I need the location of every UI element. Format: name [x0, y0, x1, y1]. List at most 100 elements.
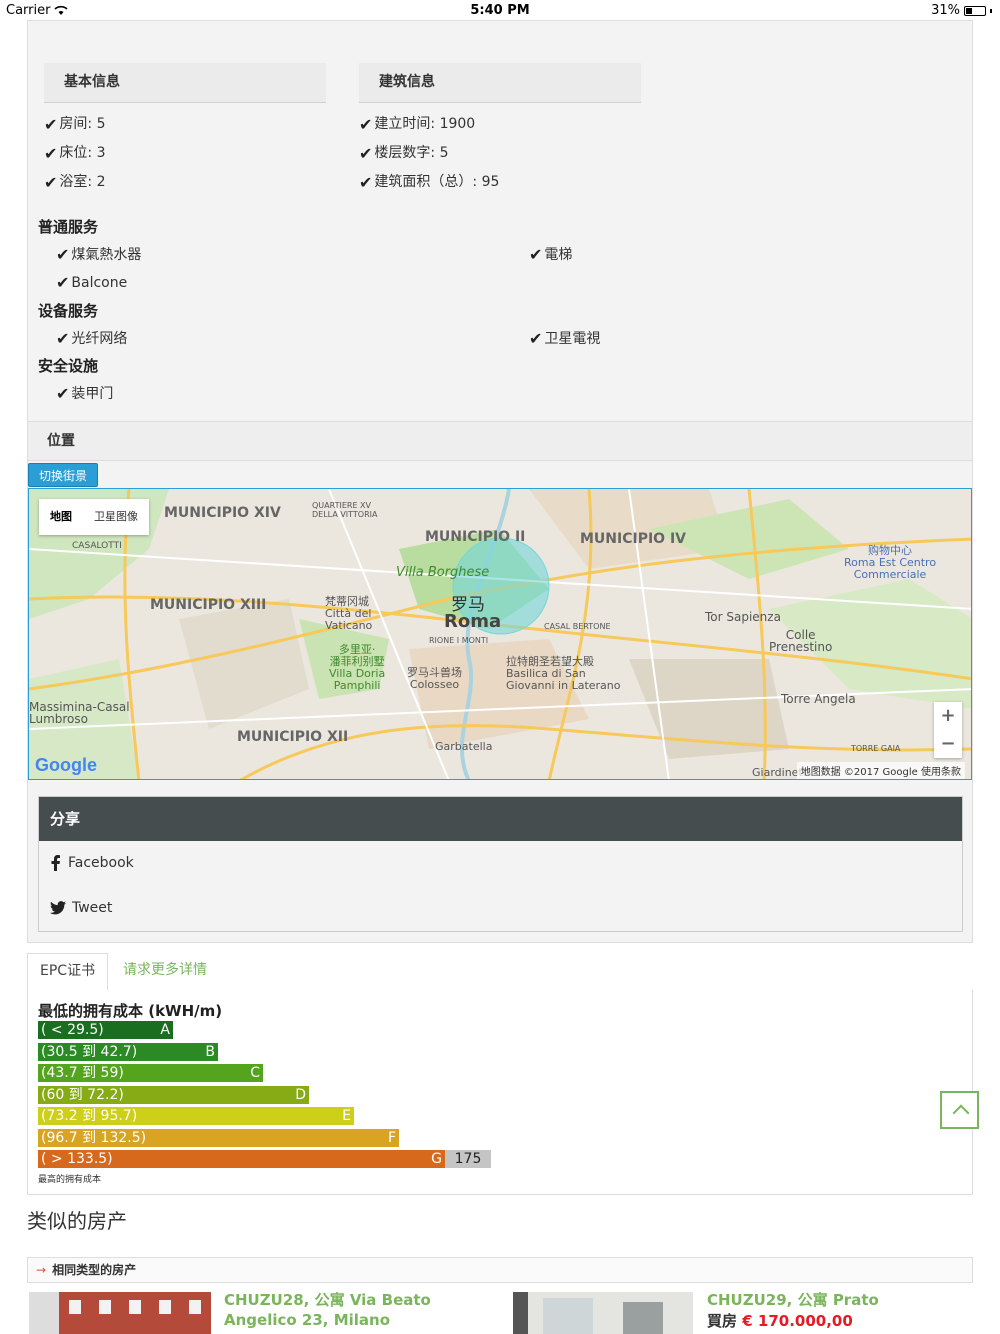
- epc-band-c: (43.7 到 59) C: [38, 1064, 263, 1082]
- map-label: Massimina-Casal Lumbroso: [29, 700, 130, 726]
- map-label: Garbatella: [435, 740, 493, 753]
- service-item: ✔ 光纤网络: [56, 328, 128, 348]
- map-label: 罗马斗兽场 Colosseo: [407, 666, 462, 691]
- epc-band-f: (96.7 到 132.5) F: [38, 1129, 399, 1147]
- tweet-share-link[interactable]: Tweet: [50, 900, 112, 916]
- map-label: QUARTIERE XV DELLA VITTORIA: [312, 501, 378, 519]
- service-item: ✔ 卫星電視: [529, 328, 601, 348]
- map-label: RIONE I MONTI: [429, 636, 489, 645]
- epc-footer: 最高的拥有成本: [38, 1175, 102, 1185]
- basic-info-section: 基本信息 ✔ 房间: 5 ✔ 床位: 3 ✔ 浴室: 2: [44, 63, 326, 197]
- info-item: ✔ 楼层数字: 5: [359, 139, 641, 168]
- map-type-map[interactable]: 地图: [39, 499, 83, 535]
- info-item: ✔ 建筑面积（总）: 95: [359, 168, 641, 197]
- epc-band-a: ( < 29.5) A: [38, 1021, 173, 1039]
- share-box: 分享 Facebook Tweet: [38, 796, 963, 932]
- general-services-title: 普通服务: [38, 218, 99, 236]
- building-info-heading: 建筑信息: [359, 63, 641, 103]
- google-logo: Google: [35, 755, 97, 775]
- arrow-right-icon: →: [36, 1263, 47, 1277]
- check-icon: ✔: [529, 328, 543, 348]
- status-bar: Carrier 5:40 PM 31%: [0, 0, 1000, 20]
- map-label: MUNICIPIO XII: [237, 729, 349, 745]
- map-label: TORRE GAIA: [851, 744, 901, 753]
- map-label: Villa Borghese: [396, 565, 490, 580]
- epc-band-d: (60 到 72.2) D: [38, 1086, 309, 1104]
- map-label: MUNICIPIO IV: [580, 531, 686, 547]
- tab-epc[interactable]: EPC证书: [27, 953, 109, 991]
- check-icon: ✔: [529, 244, 543, 264]
- service-item: ✔ 煤氣熱水器: [56, 244, 142, 264]
- epc-panel: 最低的拥有成本 (kWH/m) ( < 29.5) A (30.5 到 42.7)…: [27, 990, 973, 1195]
- check-icon: ✔: [44, 173, 58, 192]
- property-title-link[interactable]: CHUZU29, 公寓 Prato: [707, 1290, 967, 1310]
- map-label: Torre Angela: [781, 692, 856, 706]
- similar-type-bar[interactable]: → 相同类型的房产: [27, 1257, 973, 1283]
- security-title: 安全设施: [38, 357, 99, 375]
- zoom-control: + −: [934, 702, 962, 758]
- map-footer: 地图数据 ©2017 Google 使用条款: [796, 762, 965, 779]
- info-item: ✔ 床位: 3: [44, 139, 326, 168]
- map-label: CASAL BERTONE: [544, 622, 611, 631]
- check-icon: ✔: [56, 383, 70, 403]
- check-icon: ✔: [359, 115, 373, 134]
- check-icon: ✔: [56, 273, 70, 292]
- info-item: ✔ 房间: 5: [44, 110, 326, 139]
- map-label: 拉特朗圣若望大殿 Basilica di San Giovanni in Lat…: [506, 655, 621, 692]
- service-item: ✔ 装甲门: [56, 383, 114, 403]
- service-item: ✔ 電梯: [529, 244, 573, 264]
- map-label: MUNICIPIO XIII: [150, 597, 267, 613]
- detail-tabs: EPC证书 请求更多详情: [27, 953, 973, 991]
- share-heading: 分享: [39, 797, 962, 841]
- facebook-share-link[interactable]: Facebook: [50, 855, 134, 871]
- epc-current-value: 175: [445, 1150, 491, 1168]
- location-heading: 位置: [28, 421, 972, 461]
- basic-info-heading: 基本信息: [44, 63, 326, 103]
- zoom-in-button[interactable]: +: [934, 702, 962, 730]
- equipment-services-title: 设备服务: [38, 302, 99, 320]
- map-type-satellite[interactable]: 卫星图像: [83, 499, 149, 535]
- status-right: 31%: [931, 3, 992, 18]
- property-price: 買房 € 170.000,00: [707, 1312, 853, 1330]
- twitter-icon: [50, 901, 66, 915]
- check-icon: ✔: [56, 244, 70, 264]
- map-label: 梵蒂冈城 Città del Vaticano: [325, 595, 373, 632]
- status-time: 5:40 PM: [470, 3, 530, 18]
- facebook-icon: [51, 855, 60, 871]
- check-icon: ✔: [44, 115, 58, 134]
- epc-title: 最低的拥有成本 (kWH/m): [38, 1002, 223, 1020]
- battery-label: 31%: [931, 3, 960, 18]
- details-panel: 基本信息 ✔ 房间: 5 ✔ 床位: 3 ✔ 浴室: 2 建筑信息 ✔ 建立时间: 19…: [27, 20, 973, 943]
- service-item: ✔ Balcone: [56, 273, 128, 292]
- map-label: 多里亚· 潘菲利别墅 Villa Doria Pamphili: [329, 643, 386, 692]
- street-view-button[interactable]: 切换街景: [28, 463, 99, 487]
- map-label: Colle Prenestino: [769, 628, 833, 654]
- info-item: ✔ 建立时间: 1900: [359, 110, 641, 139]
- check-icon: ✔: [359, 173, 373, 192]
- info-item: ✔ 浴室: 2: [44, 168, 326, 197]
- check-icon: ✔: [44, 144, 58, 163]
- map-label: Tor Sapienza: [705, 610, 781, 624]
- map-label: MUNICIPIO XIV: [164, 505, 281, 521]
- map-label: MUNICIPIO II: [425, 529, 526, 545]
- scroll-to-top-button[interactable]: [940, 1091, 979, 1129]
- property-thumbnail[interactable]: [29, 1292, 211, 1334]
- building-photo: [29, 1292, 211, 1334]
- zoom-out-button[interactable]: −: [934, 730, 962, 758]
- epc-band-b: (30.5 到 42.7) B: [38, 1043, 218, 1061]
- check-icon: ✔: [359, 144, 373, 163]
- epc-band-g: ( > 133.5) G: [38, 1150, 445, 1168]
- check-icon: ✔: [56, 328, 70, 348]
- property-thumbnail[interactable]: [513, 1292, 693, 1334]
- tab-request-details[interactable]: 请求更多详情: [111, 953, 219, 991]
- map-type-control: 地图 卫星图像: [39, 499, 149, 535]
- interior-photo: [513, 1292, 693, 1334]
- map-label: CASALOTTI: [72, 541, 122, 551]
- building-info-section: 建筑信息 ✔ 建立时间: 1900 ✔ 楼层数字: 5 ✔ 建筑面积（总）: 95: [359, 63, 641, 197]
- similar-properties-title: 类似的房产: [27, 1209, 127, 1233]
- property-title-link[interactable]: CHUZU28, 公寓 Via Beato Angelico 23, Milan…: [224, 1290, 494, 1330]
- map[interactable]: 地图 卫星图像 MUNICIPIO XIV QUARTIERE XV DELLA…: [28, 488, 972, 780]
- epc-band-e: (73.2 到 95.7) E: [38, 1107, 354, 1125]
- map-label: 购物中心 Roma Est Centro Commerciale: [844, 544, 937, 581]
- map-label: Roma: [444, 611, 502, 632]
